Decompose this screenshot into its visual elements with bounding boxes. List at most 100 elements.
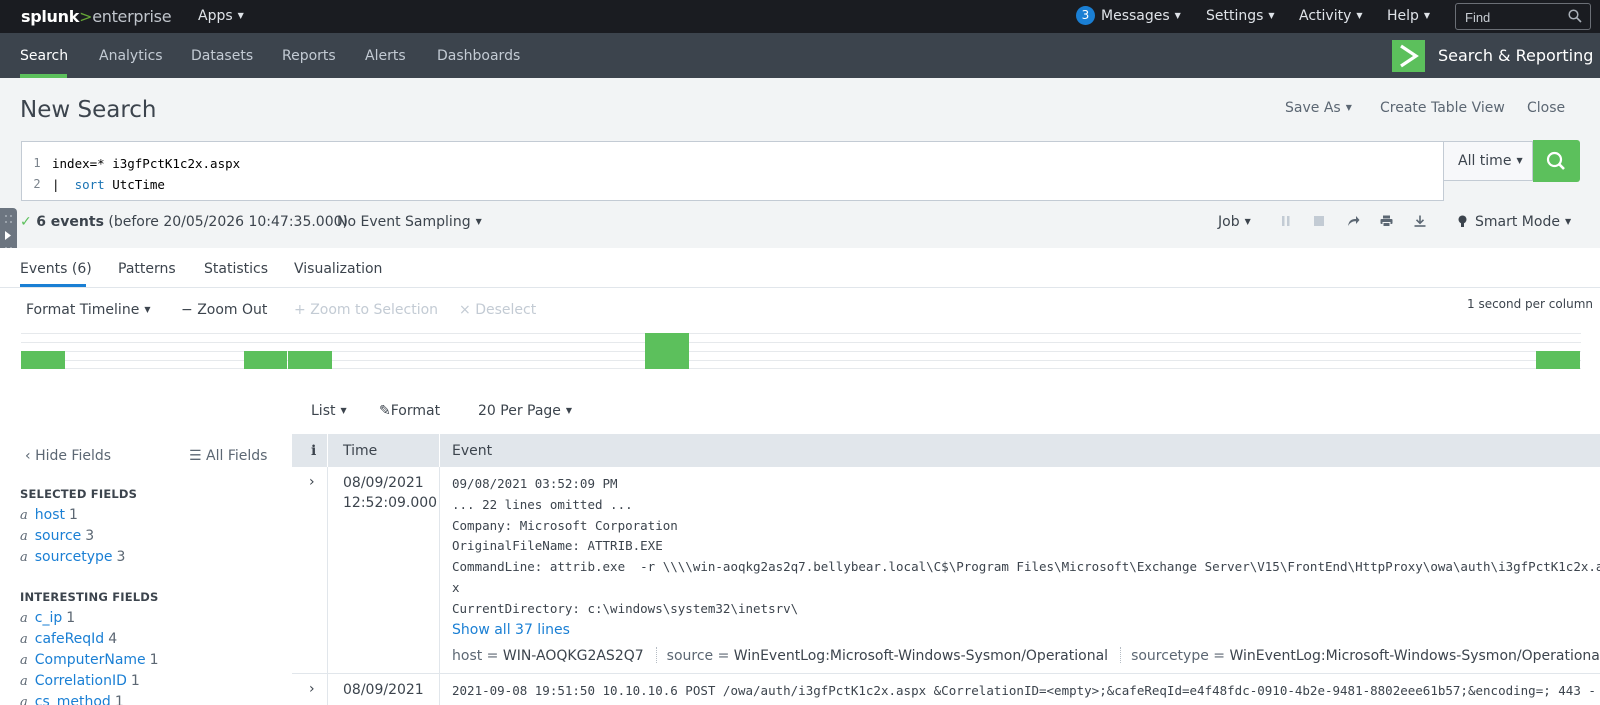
pause-icon[interactable] [1281, 215, 1291, 227]
event-time[interactable]: 08/09/2021 [343, 680, 424, 700]
timeline-bar[interactable] [243, 351, 288, 369]
caret-down-icon: ▼ [1345, 103, 1352, 112]
search-icon[interactable] [1568, 9, 1582, 23]
caret-down-icon: ▼ [144, 305, 151, 314]
event-count-status: ✓ 6 events (before 20/05/2026 10:47:35.0… [20, 214, 348, 230]
chevron-right-icon [1400, 44, 1419, 68]
export-icon[interactable] [1414, 215, 1426, 227]
host-value[interactable]: WIN-AOQKG2AS2Q7 [503, 648, 644, 664]
pencil-icon: ✎ [379, 403, 391, 419]
search-mode-menu[interactable]: Smart Mode ▼ [1475, 214, 1571, 230]
top-bar: splunk>enterprise Apps ▼ 3 Messages ▼ Sett… [0, 0, 1600, 33]
expand-chevron-icon[interactable]: › [309, 474, 315, 490]
share-icon[interactable] [1347, 215, 1360, 227]
time-column-header[interactable]: Time [343, 443, 377, 459]
search-query[interactable]: index=* i3gfPctK1c2x.aspx | sort UtcTime [52, 153, 240, 195]
bulb-icon [1458, 215, 1467, 227]
deselect-button[interactable]: × Deselect [459, 302, 536, 318]
nav-tab-alerts[interactable]: Alerts [365, 48, 406, 64]
caret-down-icon: ▼ [1564, 217, 1572, 226]
events-table-header: i Time Event [292, 434, 1600, 467]
field-host[interactable]: a host 1 [20, 507, 78, 523]
list-view-menu[interactable]: List ▼ [311, 403, 347, 419]
caret-down-icon: ▼ [1244, 217, 1251, 226]
print-icon[interactable] [1380, 215, 1393, 227]
search-icon [1546, 151, 1565, 170]
timeline-bar[interactable] [288, 351, 332, 369]
nav-tab-analytics[interactable]: Analytics [99, 48, 163, 64]
tab-active-indicator [20, 284, 86, 287]
splunk-logo[interactable]: splunk>enterprise [21, 7, 172, 26]
create-table-view-link[interactable]: Create Table View [1380, 100, 1505, 116]
caret-down-icon: ▼ [475, 217, 482, 226]
show-all-lines-link[interactable]: Show all 37 lines [452, 622, 570, 638]
field-sourcetype[interactable]: a sourcetype 3 [20, 549, 125, 565]
tab-statistics[interactable]: Statistics [204, 261, 268, 277]
timeline-bar[interactable] [21, 351, 65, 369]
query-line-1: index=* i3gfPctK1c2x.aspx [52, 156, 241, 171]
close-link[interactable]: Close [1527, 100, 1565, 116]
list-icon: ☰ [189, 448, 207, 464]
app-bar: Search Analytics Datasets Reports Alerts… [0, 33, 1600, 78]
all-fields-button[interactable]: ☰ All Fields [189, 448, 267, 464]
event-text: 09/08/2021 03:52:09 PM... 22 lines omitt… [452, 476, 1600, 616]
caret-down-icon: ▼ [1356, 11, 1363, 20]
search-editor[interactable]: 1 2 index=* i3gfPctK1c2x.aspx | sort UtcT… [21, 141, 1444, 201]
format-button[interactable]: ✎Format [379, 403, 440, 419]
job-menu[interactable]: Job ▼ [1218, 214, 1251, 230]
caret-down-icon: ▼ [1174, 11, 1181, 20]
find-box [1455, 3, 1591, 30]
event-time[interactable]: 08/09/2021 12:52:09.000 [343, 473, 437, 513]
info-column-header: i [311, 443, 317, 459]
caret-down-icon: ▼ [1423, 11, 1431, 20]
tab-patterns[interactable]: Patterns [118, 261, 176, 277]
save-as-menu[interactable]: Save As ▼ [1285, 100, 1352, 116]
zoom-out-button[interactable]: − Zoom Out [181, 302, 267, 318]
activity-menu[interactable]: Activity ▼ [1299, 8, 1363, 24]
caret-down-icon: ▼ [340, 406, 347, 415]
nav-tab-datasets[interactable]: Datasets [191, 48, 253, 64]
event-sampling-menu[interactable]: No Event Sampling ▼ [337, 214, 482, 230]
event-column-header: Event [452, 443, 493, 459]
line-numbers: 1 2 [33, 156, 41, 191]
nav-tab-dashboards[interactable]: Dashboards [437, 48, 520, 64]
stop-icon[interactable] [1313, 215, 1325, 227]
app-logo [1392, 40, 1425, 72]
field-correlationid[interactable]: a CorrelationID 1 [20, 673, 140, 689]
hide-fields-button[interactable]: ‹ Hide Fields [25, 448, 111, 464]
table-row: › 08/09/2021 2021-09-08 19:51:50 10.10.1… [292, 674, 1600, 705]
messages-count-badge[interactable]: 3 [1076, 6, 1095, 25]
field-cafereqid[interactable]: a cafeReqId 4 [20, 631, 117, 647]
results-tabs: Events (6) Patterns Statistics Visualiza… [0, 248, 1600, 288]
apps-menu[interactable]: Apps ▼ [198, 8, 244, 24]
zoom-to-selection-button[interactable]: + Zoom to Selection [294, 302, 438, 318]
page-title: New Search [20, 97, 157, 123]
field-source[interactable]: a source 3 [20, 528, 94, 544]
source-value[interactable]: WinEventLog:Microsoft-Windows-Sysmon/Ope… [734, 648, 1108, 664]
per-page-menu[interactable]: 20 Per Page ▼ [478, 403, 572, 419]
format-timeline-menu[interactable]: Format Timeline ▼ [26, 302, 150, 318]
sourcetype-value[interactable]: WinEventLog:Microsoft-Windows-Sysmon/Ope… [1229, 648, 1600, 664]
timeline-chart[interactable] [21, 333, 1581, 369]
expand-chevron-icon[interactable]: › [309, 681, 315, 697]
app-title[interactable]: Search & Reporting [1438, 46, 1593, 65]
field-c-ip[interactable]: a c_ip 1 [20, 610, 75, 626]
messages-menu[interactable]: Messages ▼ [1101, 8, 1181, 24]
nav-tab-reports[interactable]: Reports [282, 48, 336, 64]
nav-tab-search[interactable]: Search [20, 48, 68, 64]
settings-menu[interactable]: Settings ▼ [1206, 8, 1275, 24]
timeline-bar[interactable] [1536, 351, 1580, 369]
find-input[interactable] [1465, 8, 1560, 26]
caret-down-icon: ▼ [565, 406, 573, 415]
timeline-bar[interactable] [645, 333, 689, 369]
tab-events[interactable]: Events (6) [20, 261, 92, 277]
tab-visualization[interactable]: Visualization [294, 261, 382, 277]
search-button[interactable] [1533, 140, 1580, 182]
help-menu[interactable]: Help ▼ [1387, 8, 1430, 24]
time-range-picker[interactable]: All time ▼ [1443, 141, 1533, 181]
field-computername[interactable]: a ComputerName 1 [20, 652, 159, 668]
close-icon: × [459, 302, 476, 318]
timeline-scale: 1 second per column [1467, 297, 1593, 311]
table-row: › 08/09/2021 12:52:09.000 09/08/2021 03:… [292, 467, 1600, 673]
field-cs-method[interactable]: a cs_method 1 [20, 694, 124, 705]
